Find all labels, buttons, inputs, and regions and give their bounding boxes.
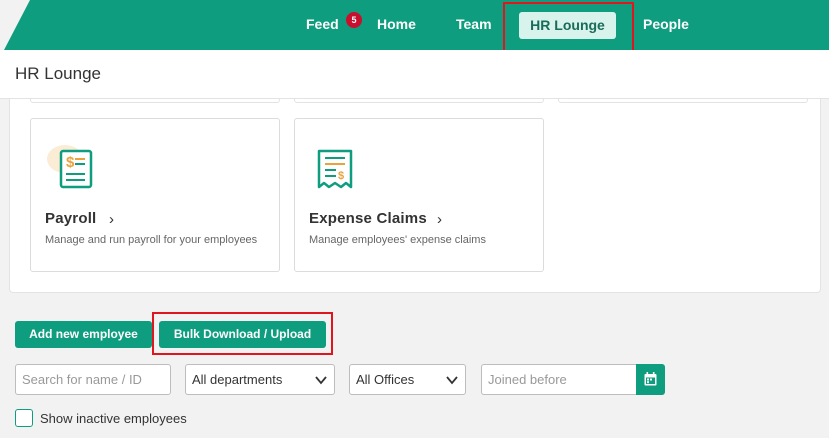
bulk-download-upload-button[interactable]: Bulk Download / Upload — [159, 321, 326, 348]
chevron-right-icon: › — [109, 211, 114, 228]
department-select[interactable]: All departments — [185, 364, 335, 395]
payroll-icon: $ — [47, 145, 93, 189]
chevron-down-icon — [315, 376, 327, 385]
expense-claims-card[interactable]: $ Expense Claims › Manage employees' exp… — [294, 118, 544, 272]
joined-before-input[interactable] — [481, 364, 638, 395]
module-card-stub[interactable] — [30, 99, 280, 103]
nav-hr-lounge[interactable]: HR Lounge — [519, 12, 616, 39]
modules-panel: $ Payroll › Manage and run payroll for y… — [9, 99, 821, 293]
add-employee-button[interactable]: Add new employee — [15, 321, 152, 348]
payroll-card[interactable]: $ Payroll › Manage and run payroll for y… — [30, 118, 280, 272]
nav-feed[interactable]: Feed — [306, 15, 339, 33]
expense-claims-title: Expense Claims — [309, 210, 427, 227]
show-inactive-checkbox[interactable] — [15, 409, 33, 427]
page-header: HR Lounge — [0, 50, 829, 99]
nav-team[interactable]: Team — [456, 15, 492, 33]
page-title: HR Lounge — [15, 64, 102, 83]
feed-notification-badge: 5 — [346, 12, 362, 28]
svg-text:$: $ — [66, 154, 75, 171]
calendar-icon — [644, 372, 657, 386]
show-inactive-label[interactable]: Show inactive employees — [40, 411, 187, 426]
chevron-right-icon: › — [437, 211, 442, 228]
module-card-stub[interactable] — [294, 99, 544, 103]
calendar-button[interactable] — [636, 364, 665, 395]
nav-home[interactable]: Home — [377, 15, 416, 33]
receipt-icon: $ — [317, 149, 353, 189]
module-card-stub[interactable] — [558, 99, 808, 103]
expense-claims-description: Manage employees' expense claims — [309, 234, 486, 246]
chevron-down-icon — [446, 376, 458, 385]
office-select[interactable]: All Offices — [349, 364, 466, 395]
top-navigation: Feed 5 Home Team HR Lounge People — [0, 0, 829, 50]
nav-people[interactable]: People — [643, 15, 689, 33]
payroll-title: Payroll — [45, 210, 97, 227]
payroll-description: Manage and run payroll for your employee… — [45, 234, 258, 246]
search-input[interactable] — [15, 364, 171, 395]
office-select-value: All Offices — [356, 372, 415, 387]
svg-text:$: $ — [338, 170, 344, 182]
department-select-value: All departments — [192, 372, 283, 387]
